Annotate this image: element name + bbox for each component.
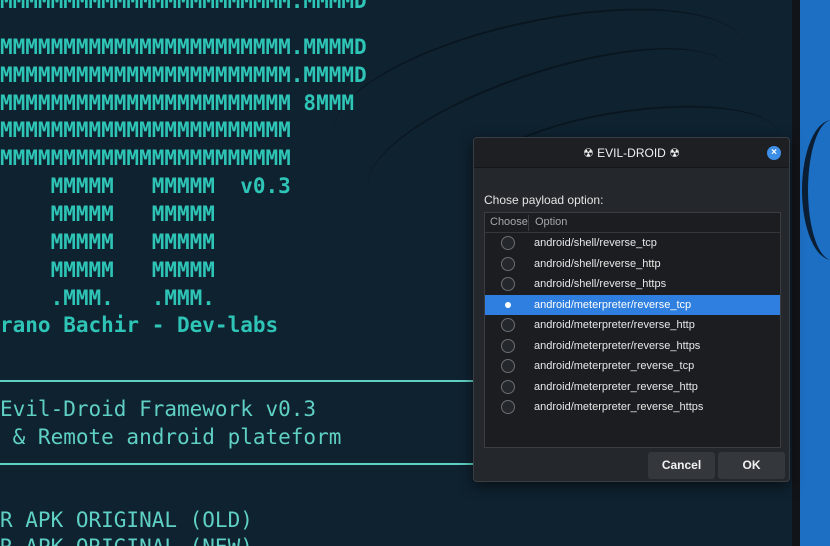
banner-line: .MMM. .MMM. [0, 286, 215, 310]
banner-line: MMMMMMMMMMMMMMMMMMMMMMM [0, 118, 291, 142]
banner-line: MMMMMMMMMMMMMMMMMMMMMMM.MMMMD [0, 0, 367, 13]
banner-line: MMMMMMMMMMMMMMMMMMMMMMM.MMMMD [0, 63, 367, 87]
list-item[interactable]: android/shell/reverse_https [485, 274, 780, 295]
list-header: Choose Option [485, 213, 780, 233]
desktop-background [792, 0, 830, 546]
list-item[interactable]: android/meterpreter_reverse_http [485, 377, 780, 398]
author-line: rano Bachir - Dev-labs [0, 313, 279, 337]
prompt-label: Chose payload option: [484, 193, 604, 207]
platform-line: & Remote android plateform [0, 425, 342, 449]
banner-line: MMMMMMMMMMMMMMMMMMMMMMM 8MMM [0, 91, 355, 115]
radio-button[interactable] [501, 379, 515, 394]
option-label: android/meterpreter_reverse_tcp [534, 360, 695, 372]
dialog-titlebar[interactable]: ☢ EVIL-DROID ☢ × [474, 138, 789, 168]
list-item[interactable]: android/meterpreter_reverse_https [485, 397, 780, 418]
radio-button[interactable] [501, 359, 515, 373]
menu-line: R APK ORIGINAL (OLD) [0, 508, 253, 532]
radiation-icon: ☢ [583, 146, 594, 160]
column-separator [528, 215, 529, 231]
dialog-title-text: EVIL-DROID [597, 146, 666, 160]
banner-line: MMMMM MMMMM [0, 230, 215, 254]
option-label: android/meterpreter/reverse_http [534, 319, 695, 331]
radiation-icon: ☢ [669, 146, 680, 160]
payload-dialog: ☢ EVIL-DROID ☢ × Chose payload option: C… [473, 137, 790, 482]
wallpaper-curve [802, 120, 830, 260]
option-label: android/meterpreter/reverse_https [534, 339, 701, 352]
option-label: android/meterpreter/reverse_tcp [534, 298, 692, 311]
list-item[interactable]: android/meterpreter_reverse_tcp [485, 356, 780, 377]
option-label: android/shell/reverse_https [534, 278, 667, 290]
list-item[interactable]: android/meterpreter/reverse_http [485, 315, 780, 336]
column-header-choose[interactable]: Choose [490, 216, 528, 228]
list-item[interactable]: android/meterpreter/reverse_tcp [485, 294, 780, 315]
radio-button[interactable] [501, 318, 515, 332]
radio-button[interactable] [501, 277, 515, 291]
radio-button[interactable] [501, 400, 515, 414]
terminal-rule [0, 463, 474, 465]
option-label: android/meterpreter_reverse_https [534, 401, 704, 413]
dialog-title: ☢ EVIL-DROID ☢ [474, 146, 789, 160]
terminal-rule [0, 380, 474, 382]
framework-line: Evil-Droid Framework v0.3 [0, 397, 317, 421]
radio-button[interactable] [501, 256, 515, 271]
list-item[interactable]: android/shell/reverse_http [485, 254, 780, 275]
radio-button[interactable] [501, 338, 515, 353]
option-label: android/shell/reverse_tcp [534, 237, 657, 249]
banner-line: MMMMMMMMMMMMMMMMMMMMMMM.MMMMD [0, 35, 367, 59]
radio-button[interactable] [501, 298, 515, 312]
banner-line: MMMMMMMMMMMMMMMMMMMMMMM [0, 146, 291, 170]
close-icon[interactable]: × [767, 146, 781, 160]
banner-line: MMMMM MMMMM [0, 202, 215, 226]
list-item[interactable]: android/meterpreter/reverse_https [485, 336, 780, 357]
banner-line: MMMMM MMMMM [0, 258, 215, 282]
payload-list: Choose Option android/shell/reverse_tcpa… [484, 212, 781, 448]
option-label: android/meterpreter_reverse_http [534, 380, 698, 393]
radio-button[interactable] [501, 236, 515, 250]
menu-line: R APK ORIGINAL (NEW) [0, 534, 253, 546]
window-divider [792, 0, 800, 546]
option-label: android/shell/reverse_http [534, 257, 661, 270]
cancel-button[interactable]: Cancel [648, 452, 715, 479]
column-header-option[interactable]: Option [535, 216, 567, 228]
banner-line: MMMMM MMMMM v0.3 [0, 174, 291, 198]
list-item[interactable]: android/shell/reverse_tcp [485, 233, 780, 254]
ok-button[interactable]: OK [718, 452, 785, 479]
